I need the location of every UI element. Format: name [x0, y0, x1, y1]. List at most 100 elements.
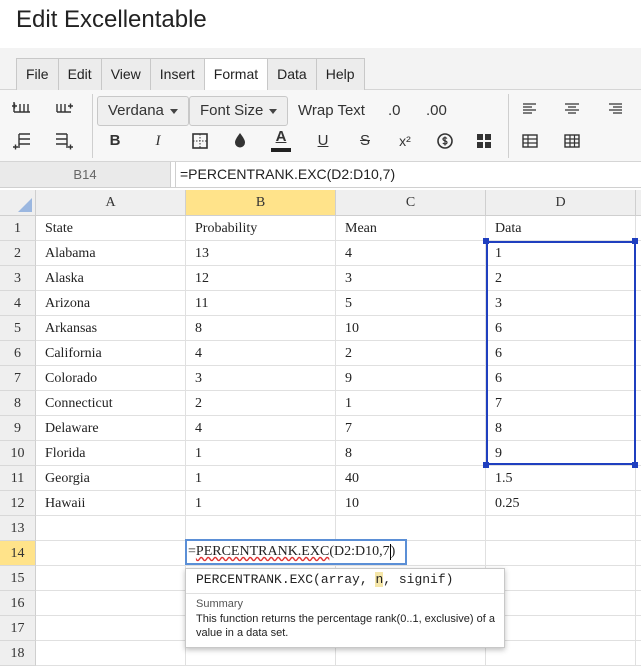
grid-icon[interactable]: [561, 130, 583, 152]
row-header-1[interactable]: 1: [0, 216, 36, 241]
cell-d17[interactable]: [486, 616, 636, 641]
cell-e5[interactable]: [636, 316, 641, 341]
cell-d16[interactable]: [486, 591, 636, 616]
row-header-16[interactable]: 16: [0, 591, 36, 616]
cell-a14[interactable]: [36, 541, 186, 566]
menu-data[interactable]: Data: [268, 59, 317, 90]
column-header-a[interactable]: A: [36, 190, 186, 216]
align-right-icon[interactable]: [604, 98, 626, 120]
column-header-c[interactable]: C: [336, 190, 486, 216]
cell-b4[interactable]: 11: [186, 291, 336, 316]
cell-d15[interactable]: [486, 566, 636, 591]
cell-e15[interactable]: [636, 566, 641, 591]
cell-c1[interactable]: Mean: [336, 216, 486, 241]
table-icon[interactable]: [519, 130, 541, 152]
cell-b5[interactable]: 8: [186, 316, 336, 341]
cell-d12[interactable]: 0.25: [486, 491, 636, 516]
fill-color-icon[interactable]: [229, 130, 251, 152]
cell-d18[interactable]: [486, 641, 636, 666]
cell-b2[interactable]: 13: [186, 241, 336, 266]
cell-d3[interactable]: 2: [486, 266, 636, 291]
cell-d6[interactable]: 6: [486, 341, 636, 366]
cell-b8[interactable]: 2: [186, 391, 336, 416]
cell-a16[interactable]: [36, 591, 186, 616]
menu-format[interactable]: Format: [204, 59, 269, 91]
cell-d9[interactable]: 8: [486, 416, 636, 441]
range-handle[interactable]: [632, 238, 638, 244]
cell-e11[interactable]: [636, 466, 641, 491]
cell-e18[interactable]: [636, 641, 641, 666]
cell-d1[interactable]: Data: [486, 216, 636, 241]
cell-b1[interactable]: Probability: [186, 216, 336, 241]
range-handle[interactable]: [483, 238, 489, 244]
cell-d7[interactable]: 6: [486, 366, 636, 391]
cell-reference-box[interactable]: B14: [0, 162, 171, 187]
cell-e3[interactable]: [636, 266, 641, 291]
bold-button[interactable]: B: [104, 130, 126, 152]
row-header-13[interactable]: 13: [0, 516, 36, 541]
decrease-decimal-button[interactable]: .0: [388, 98, 401, 124]
cell-e7[interactable]: [636, 366, 641, 391]
cell-a12[interactable]: Hawaii: [36, 491, 186, 516]
row-header-9[interactable]: 9: [0, 416, 36, 441]
menu-help[interactable]: Help: [316, 59, 364, 90]
menu-file[interactable]: File: [17, 59, 59, 90]
insert-column-right-icon[interactable]: [53, 130, 75, 152]
cell-b7[interactable]: 3: [186, 366, 336, 391]
cell-c3[interactable]: 3: [336, 266, 486, 291]
superscript-button[interactable]: x²: [394, 130, 416, 152]
select-all-corner[interactable]: [0, 190, 36, 216]
row-header-18[interactable]: 18: [0, 641, 36, 666]
cell-d2[interactable]: 1: [486, 241, 636, 266]
row-header-3[interactable]: 3: [0, 266, 36, 291]
cell-a6[interactable]: California: [36, 341, 186, 366]
row-header-14[interactable]: 14: [0, 541, 36, 566]
cell-c12[interactable]: 10: [336, 491, 486, 516]
cell-a11[interactable]: Georgia: [36, 466, 186, 491]
cell-e12[interactable]: [636, 491, 641, 516]
italic-button[interactable]: I: [147, 130, 169, 152]
formula-input[interactable]: =PERCENTRANK.EXC(D2:D10,7): [175, 162, 641, 187]
cell-b13[interactable]: [186, 516, 336, 541]
cell-a10[interactable]: Florida: [36, 441, 186, 466]
underline-button[interactable]: U: [312, 130, 334, 152]
cell-a13[interactable]: [36, 516, 186, 541]
cell-b11[interactable]: 1: [186, 466, 336, 491]
cell-d14[interactable]: [486, 541, 636, 566]
borders-icon[interactable]: [189, 130, 211, 152]
row-header-10[interactable]: 10: [0, 441, 36, 466]
menu-view[interactable]: View: [101, 59, 151, 90]
wrap-text-button[interactable]: Wrap Text: [298, 98, 365, 124]
cell-b6[interactable]: 4: [186, 341, 336, 366]
cell-c13[interactable]: [336, 516, 486, 541]
cell-e14[interactable]: [636, 541, 641, 566]
row-header-7[interactable]: 7: [0, 366, 36, 391]
cell-a5[interactable]: Arkansas: [36, 316, 186, 341]
row-header-11[interactable]: 11: [0, 466, 36, 491]
align-center-icon[interactable]: [561, 98, 583, 120]
cell-d4[interactable]: 3: [486, 291, 636, 316]
cell-c6[interactable]: 2: [336, 341, 486, 366]
cell-c8[interactable]: 1: [336, 391, 486, 416]
menu-edit[interactable]: Edit: [58, 59, 102, 90]
cell-a9[interactable]: Delaware: [36, 416, 186, 441]
cell-a3[interactable]: Alaska: [36, 266, 186, 291]
cell-a1[interactable]: State: [36, 216, 186, 241]
menu-insert[interactable]: Insert: [150, 59, 205, 90]
cell-d13[interactable]: [486, 516, 636, 541]
row-header-4[interactable]: 4: [0, 291, 36, 316]
cell-e2[interactable]: [636, 241, 641, 266]
cell-d5[interactable]: 6: [486, 316, 636, 341]
cell-e13[interactable]: [636, 516, 641, 541]
row-header-15[interactable]: 15: [0, 566, 36, 591]
strikethrough-button[interactable]: S: [354, 130, 376, 152]
cell-b9[interactable]: 4: [186, 416, 336, 441]
row-header-12[interactable]: 12: [0, 491, 36, 516]
range-handle[interactable]: [632, 462, 638, 468]
cell-a4[interactable]: Arizona: [36, 291, 186, 316]
font-color-button[interactable]: A: [270, 126, 292, 152]
cell-e8[interactable]: [636, 391, 641, 416]
row-header-2[interactable]: 2: [0, 241, 36, 266]
cell-c2[interactable]: 4: [336, 241, 486, 266]
cell-a2[interactable]: Alabama: [36, 241, 186, 266]
